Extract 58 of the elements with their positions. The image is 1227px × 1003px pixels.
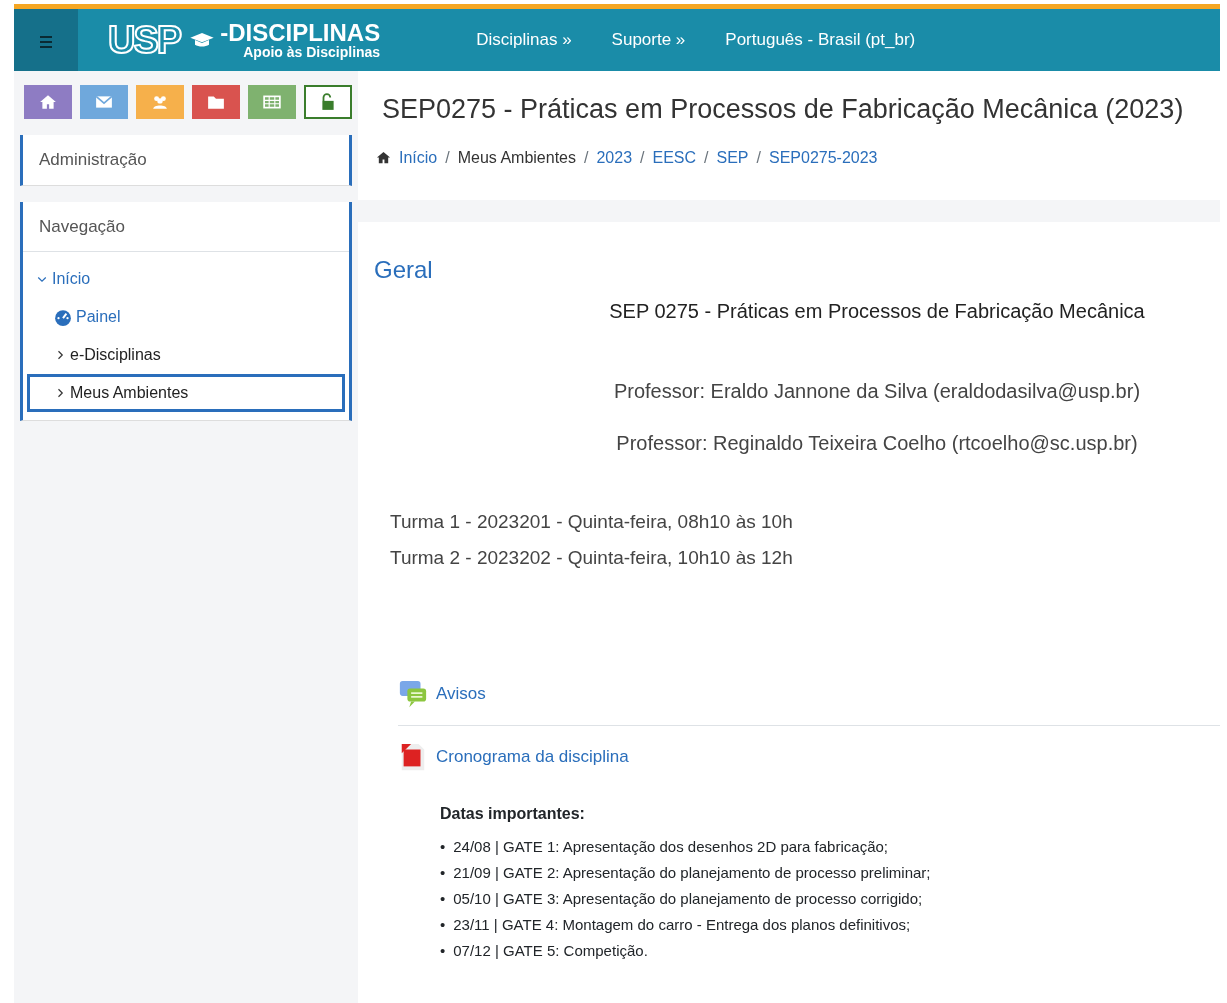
breadcrumb-separator: / [445,147,450,168]
bullet-mark: • [440,836,446,857]
tree-link[interactable]: Meus Ambientes [70,381,189,405]
toolbar-button[interactable] [79,85,128,119]
activity-link[interactable]: Avisos [436,680,486,707]
toolbar-button[interactable] [303,85,352,119]
tree-link[interactable]: Início [52,267,91,291]
bullet-mark: • [440,914,446,935]
section-title: Geral [374,254,434,285]
class-schedule-text: Turma 2 - 2023202 - Quinta-feira, 10h10 às 12h [390,546,794,570]
home-icon [376,150,391,165]
menu-link[interactable]: Suporte » [611,30,686,50]
bullet-mark: • [440,940,446,961]
bullet-mark: • [440,862,446,883]
professor-text: Professor: Eraldo Jannone da Silva (eraldodasilva@usp.br) [612,378,1142,404]
date-item: 21/09 | GATE 2: Apresentação do planejamento de processo preliminar; [453,862,931,883]
dashboard-icon [54,308,72,326]
date-item: 24/08 | GATE 1: Apresentação dos desenhos 2D para fabricação; [453,836,888,857]
breadcrumb-separator: / [756,147,761,168]
home-icon [39,93,57,111]
breadcrumb-text: Meus Ambientes [457,147,576,168]
tree-item-highlight[interactable]: Meus Ambientes [27,374,345,412]
speech-bubbles-icon [398,678,428,709]
class-schedule-text: Turma 1 - 2023201 - Quinta-feira, 08h10 às 10h [390,509,794,534]
toolbar-button[interactable] [24,85,72,119]
envelope-icon [94,93,113,111]
activity-link[interactable]: Cronograma da disciplina [436,743,629,770]
dates-heading: Datas importantes: [440,803,586,824]
toolbar-button[interactable] [191,85,240,119]
page-title: SEP0275 - Práticas em Processos de Fabricação Mecânica (2023) [382,93,1185,126]
people-icon [150,93,169,111]
course-name: SEP 0275 - Práticas em Processos de Fabricação Mecânica [608,298,1146,324]
breadcrumb-link[interactable]: Início [399,145,438,170]
date-item: 23/11 | GATE 4: Montagem do carro - Entrega dos planos definitivos; [453,914,911,935]
tree-link[interactable]: Painel [76,305,121,329]
tree-link[interactable]: e-Disciplinas [70,343,161,367]
folder-icon [206,93,225,111]
date-item: 07/12 | GATE 5: Competição. [453,940,648,961]
breadcrumb-link[interactable]: SEP [716,145,749,170]
logo-subtitle: Apoio às Disciplinas [242,45,381,59]
menu-icon [37,33,55,50]
breadcrumb-link[interactable]: EESC [652,145,697,170]
breadcrumb-separator: / [640,147,645,168]
menu-link[interactable]: Disciplinas » [476,30,572,50]
logo-title: -DISCIPLINAS [220,21,381,45]
bullet-mark: • [440,888,446,909]
toolbar-button[interactable] [247,85,296,119]
professor-text: Professor: Reginaldo Teixeira Coelho (rtcoelho@sc.usp.br) [615,430,1139,456]
menu-link[interactable]: Português - Brasil (pt_br) [725,30,916,50]
date-item: 05/10 | GATE 3: Apresentação do planejamento de processo corrigido; [453,888,923,909]
breadcrumb-separator: / [704,147,709,168]
grid-icon [262,93,281,111]
breadcrumb-link[interactable]: SEP0275-2023 [769,145,878,170]
block-title: Navegação [38,215,126,238]
block-title: Administração [38,149,148,171]
logo-mark: USP [108,18,181,62]
breadcrumb-link[interactable]: 2023 [596,145,633,170]
breadcrumb-separator: / [584,147,589,168]
